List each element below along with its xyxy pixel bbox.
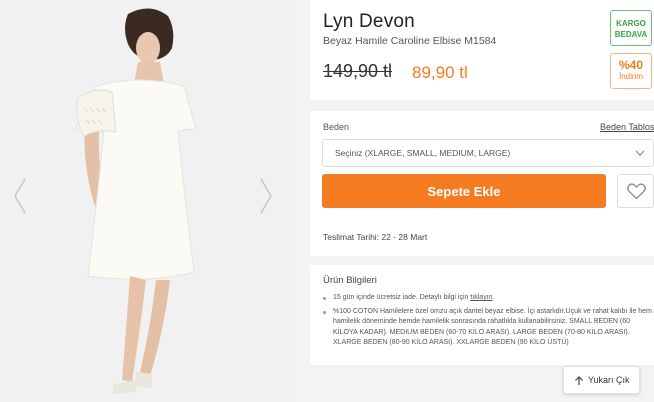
return-policy-suffix: . xyxy=(492,294,495,301)
size-select[interactable]: Seçiniz (XLARGE, SMALL, MEDIUM, LARGE) xyxy=(322,139,654,167)
sale-price: 89,90 tl xyxy=(412,63,468,82)
purchase-card: Beden Beden Tablosu Seçiniz (XLARGE, SMA… xyxy=(310,111,654,256)
brand-name: Lyn Devon xyxy=(323,11,415,32)
discount-badge: %40 İndirim xyxy=(610,53,652,89)
return-policy-link[interactable]: tıklayın xyxy=(470,294,492,301)
free-shipping-badge-line2: BEDAVA xyxy=(614,30,648,39)
chevron-right-icon xyxy=(260,178,272,214)
return-policy-text: 15 gün içinde ücretsiz iade. Detaylı bil… xyxy=(333,294,471,301)
old-price: 149,90 tl xyxy=(323,61,393,81)
chevron-down-icon xyxy=(635,150,645,156)
product-name: Beyaz Hamile Caroline Elbise M1584 xyxy=(323,35,497,47)
delivery-date: Teslimat Tarihi: 22 - 28 Mart xyxy=(323,232,428,242)
product-info-list: 15 gün içinde ücretsiz iade. Detaylı bil… xyxy=(322,293,652,352)
product-description: %100 COTON Hamilelere özel omzu açık dan… xyxy=(333,307,652,347)
chevron-left-icon xyxy=(14,178,26,214)
previous-image-button[interactable] xyxy=(10,176,30,216)
list-item: %100 COTON Hamilelere özel omzu açık dan… xyxy=(322,307,652,349)
size-label: Beden xyxy=(323,122,350,132)
discount-label: İndirim xyxy=(618,72,643,81)
product-image-gallery xyxy=(0,0,290,402)
discount-percent: %40 xyxy=(618,58,644,72)
back-to-top-label: Yukarı Çık xyxy=(588,375,630,385)
free-shipping-badge: KARGO BEDAVA xyxy=(610,10,652,46)
back-to-top-button[interactable]: Yukarı Çık xyxy=(563,366,640,394)
favorite-button[interactable] xyxy=(617,174,654,208)
product-info-card: Ürün Bilgileri 15 gün içinde ücretsiz ia… xyxy=(310,265,654,365)
product-summary-card: Lyn Devon Beyaz Hamile Caroline Elbise M… xyxy=(310,0,654,100)
product-photo xyxy=(0,0,290,402)
list-item: 15 gün içinde ücretsiz iade. Detaylı bil… xyxy=(322,293,652,304)
heart-icon xyxy=(627,183,646,200)
free-shipping-badge-line1: KARGO xyxy=(616,19,646,28)
size-chart-link[interactable]: Beden Tablosu xyxy=(600,122,654,132)
arrow-up-icon xyxy=(575,376,583,385)
product-info-title: Ürün Bilgileri xyxy=(323,275,377,286)
size-select-value: Seçiniz (XLARGE, SMALL, MEDIUM, LARGE) xyxy=(335,148,511,158)
next-image-button[interactable] xyxy=(256,176,276,216)
add-to-cart-button[interactable]: Sepete Ekle xyxy=(322,174,606,208)
